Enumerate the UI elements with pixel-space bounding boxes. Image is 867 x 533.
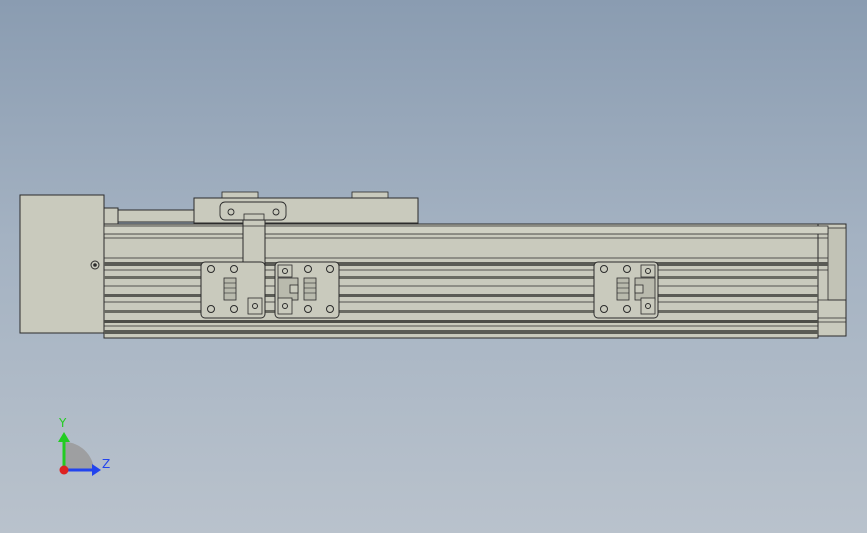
coupling-collar [103, 207, 195, 225]
triad-quarter-disc [64, 441, 94, 470]
carriage[interactable] [193, 191, 419, 224]
x-axis-dot [59, 465, 69, 475]
cad-viewport[interactable]: Y Z [0, 0, 867, 533]
motor-block[interactable] [19, 194, 105, 334]
y-axis-label: Y [58, 416, 67, 430]
orientation-triad[interactable]: Y Z [58, 416, 110, 476]
z-axis-label: Z [102, 457, 110, 471]
